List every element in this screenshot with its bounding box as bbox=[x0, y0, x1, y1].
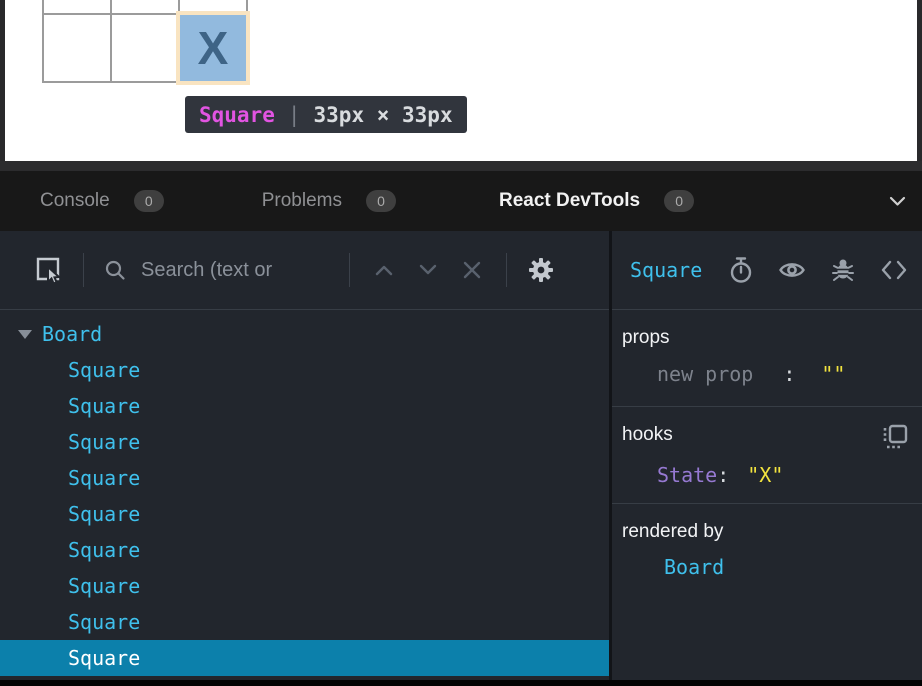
inspect-element-button[interactable] bbox=[34, 255, 62, 285]
tooltip-dimensions: 33px × 33px bbox=[314, 103, 453, 127]
parse-hook-names-button[interactable] bbox=[882, 424, 908, 450]
chevron-up-icon bbox=[374, 264, 394, 276]
clear-search-button[interactable] bbox=[462, 260, 482, 280]
inspected-page-viewport: X Square | 33px × 33px bbox=[0, 0, 922, 161]
rendered-by-section: rendered by Board bbox=[612, 504, 922, 680]
chevron-down-icon bbox=[889, 196, 906, 207]
component-label: Square bbox=[68, 646, 140, 670]
inspector-header: Square bbox=[612, 231, 922, 310]
previous-result-button[interactable] bbox=[374, 264, 394, 276]
tree-item-square-selected[interactable]: Square bbox=[0, 640, 609, 676]
next-result-button[interactable] bbox=[418, 264, 438, 276]
tab-problems[interactable]: Problems 0 bbox=[262, 190, 396, 212]
board-square-highlighted[interactable]: X bbox=[180, 15, 246, 81]
new-prop-input[interactable]: new prop bbox=[657, 362, 753, 386]
props-section: props new prop : "" bbox=[612, 310, 922, 407]
inspect-element-icon bbox=[34, 255, 62, 285]
suspend-component-button[interactable] bbox=[728, 256, 754, 284]
toolbar-divider bbox=[349, 253, 350, 287]
settings-button[interactable] bbox=[527, 256, 555, 284]
tree-item-square[interactable]: Square bbox=[0, 496, 609, 532]
hooks-row: State : "X" bbox=[622, 463, 908, 487]
tree-toolbar bbox=[0, 231, 609, 310]
tab-badge: 0 bbox=[664, 190, 694, 212]
tree-item-square[interactable]: Square bbox=[0, 388, 609, 424]
tab-console[interactable]: Console 0 bbox=[40, 190, 164, 212]
key-value-separator: : bbox=[783, 362, 795, 386]
tab-label: React DevTools bbox=[499, 190, 640, 212]
key-value-separator: : bbox=[717, 463, 729, 487]
tree-item-square[interactable]: Square bbox=[0, 532, 609, 568]
component-label: Square bbox=[68, 538, 140, 562]
inspect-dom-button[interactable] bbox=[778, 259, 806, 281]
expand-triangle-icon[interactable] bbox=[18, 330, 32, 339]
tree-item-square[interactable]: Square bbox=[0, 568, 609, 604]
gear-icon bbox=[527, 256, 555, 284]
window-edge-right bbox=[917, 0, 922, 161]
selected-component-name: Square bbox=[630, 258, 702, 282]
hook-value-input[interactable]: "X" bbox=[747, 463, 783, 487]
component-label: Square bbox=[68, 574, 140, 598]
inspector-actions bbox=[728, 256, 908, 284]
search-input[interactable] bbox=[141, 259, 347, 282]
props-row: new prop : "" bbox=[622, 362, 908, 386]
tree-item-square[interactable]: Square bbox=[0, 604, 609, 640]
devtools-drag-divider[interactable] bbox=[0, 161, 922, 171]
component-label: Board bbox=[42, 322, 102, 346]
component-label: Square bbox=[68, 358, 140, 382]
component-tree: Board Square Square Square Square Square… bbox=[0, 310, 609, 680]
code-brackets-icon bbox=[880, 259, 908, 281]
tree-item-square[interactable]: Square bbox=[0, 352, 609, 388]
parse-hooks-icon bbox=[882, 424, 908, 450]
props-title: props bbox=[622, 327, 670, 349]
window-edge-left bbox=[0, 0, 5, 161]
board-square[interactable] bbox=[44, 0, 110, 13]
tooltip-separator: | bbox=[288, 103, 301, 127]
react-devtools-panel: Board Square Square Square Square Square… bbox=[0, 231, 922, 680]
chevron-down-icon bbox=[418, 264, 438, 276]
stopwatch-icon bbox=[728, 256, 754, 284]
rendered-by-title: rendered by bbox=[622, 521, 723, 543]
toolbar-divider bbox=[83, 253, 84, 287]
view-source-button[interactable] bbox=[880, 259, 908, 281]
prop-value-input[interactable]: "" bbox=[821, 362, 845, 386]
tree-item-square[interactable]: Square bbox=[0, 424, 609, 460]
eye-icon bbox=[778, 259, 806, 281]
component-inspector-panel: Square bbox=[612, 231, 922, 680]
devtools-window: X Square | 33px × 33px Console 0 Problem… bbox=[0, 0, 922, 686]
component-label: Square bbox=[68, 466, 140, 490]
hooks-title: hooks bbox=[622, 424, 673, 446]
tab-badge: 0 bbox=[366, 190, 396, 212]
board-square[interactable] bbox=[180, 0, 246, 13]
hook-name: State bbox=[657, 463, 717, 487]
bug-icon bbox=[830, 256, 856, 284]
devtools-tab-bar: Console 0 Problems 0 React DevTools 0 bbox=[0, 171, 922, 231]
component-label: Square bbox=[68, 610, 140, 634]
toolbar-divider bbox=[506, 253, 507, 287]
components-tree-panel: Board Square Square Square Square Square… bbox=[0, 231, 612, 680]
tooltip-component-name: Square bbox=[199, 103, 275, 127]
tree-item-board[interactable]: Board bbox=[0, 316, 609, 352]
component-label: Square bbox=[68, 394, 140, 418]
board-square[interactable] bbox=[112, 15, 178, 81]
search-icon bbox=[104, 259, 126, 281]
rendered-by-owner-link[interactable]: Board bbox=[622, 555, 908, 579]
component-label: Square bbox=[68, 502, 140, 526]
tictactoe-board: X bbox=[42, 0, 248, 83]
window-bottom-edge bbox=[0, 680, 922, 686]
log-component-button[interactable] bbox=[830, 256, 856, 284]
tab-label: Console bbox=[40, 190, 110, 212]
collapse-panel-button[interactable] bbox=[889, 196, 906, 207]
board-square[interactable] bbox=[112, 0, 178, 13]
close-icon bbox=[462, 260, 482, 280]
tab-badge: 0 bbox=[134, 190, 164, 212]
tab-label: Problems bbox=[262, 190, 342, 212]
tab-react-devtools[interactable]: React DevTools 0 bbox=[499, 190, 694, 212]
inspect-highlight-tooltip: Square | 33px × 33px bbox=[185, 96, 467, 133]
component-label: Square bbox=[68, 430, 140, 454]
hooks-section: hooks State : "X" bbox=[612, 407, 922, 504]
tree-item-square[interactable]: Square bbox=[0, 460, 609, 496]
board-square[interactable] bbox=[44, 15, 110, 81]
